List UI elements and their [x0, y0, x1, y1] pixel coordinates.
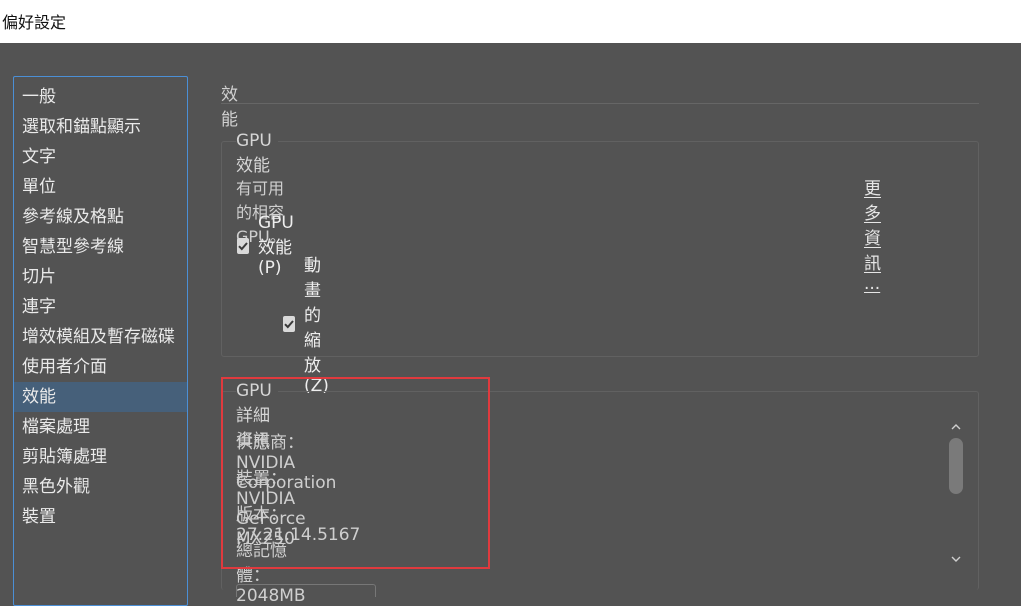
more-info-link[interactable]: 更多資訊 ... — [864, 174, 881, 294]
sidebar-item-plugins-scratch-disks[interactable]: 增效模組及暫存磁碟 — [14, 322, 187, 352]
title-bar: 偏好設定 — [0, 0, 1021, 43]
partial-button[interactable] — [236, 584, 376, 597]
sidebar-item-clipboard-handling[interactable]: 剪貼簿處理 — [14, 442, 187, 472]
sidebar-item-file-handling[interactable]: 檔案處理 — [14, 412, 187, 442]
sidebar-item-devices[interactable]: 裝置 — [14, 502, 187, 532]
sidebar-item-hyphenation[interactable]: 連字 — [14, 292, 187, 322]
scroll-up-button[interactable] — [947, 418, 965, 436]
sidebar-item-units[interactable]: 單位 — [14, 172, 187, 202]
title-divider — [221, 103, 979, 104]
scroll-down-button[interactable] — [947, 550, 965, 568]
animated-zoom-checkbox-row[interactable]: 動畫的縮放 (Z) — [283, 251, 333, 396]
sidebar-item-appearance-of-black[interactable]: 黑色外觀 — [14, 472, 187, 502]
animated-zoom-label: 動畫的縮放 (Z) — [304, 256, 329, 396]
highlight-box — [221, 377, 490, 569]
category-list[interactable]: 一般 選取和錨點顯示 文字 單位 參考線及格點 智慧型參考線 切片 連字 增效模… — [13, 76, 188, 606]
page-title: 效能 — [221, 85, 238, 130]
sidebar-item-smart-guides[interactable]: 智慧型參考線 — [14, 232, 187, 262]
details-scrollbar[interactable] — [947, 418, 965, 570]
sidebar-item-slices[interactable]: 切片 — [14, 262, 187, 292]
gpu-performance-legend: GPU 效能 — [236, 131, 278, 176]
sidebar-item-selection-anchor-display[interactable]: 選取和錨點顯示 — [14, 112, 187, 142]
sidebar-item-general[interactable]: 一般 — [14, 82, 187, 112]
chevron-down-icon — [951, 556, 961, 562]
chevron-up-icon — [951, 424, 961, 430]
sidebar-item-performance[interactable]: 效能 — [14, 382, 187, 412]
checkmark-icon — [238, 241, 248, 250]
window-title: 偏好設定 — [2, 13, 67, 32]
scroll-thumb[interactable] — [949, 438, 963, 494]
sidebar-item-type[interactable]: 文字 — [14, 142, 187, 172]
gpu-performance-checkbox[interactable] — [237, 237, 249, 254]
sidebar-item-guides-grid[interactable]: 參考線及格點 — [14, 202, 187, 232]
sidebar-item-user-interface[interactable]: 使用者介面 — [14, 352, 187, 382]
checkmark-icon — [284, 319, 294, 328]
animated-zoom-checkbox[interactable] — [283, 315, 295, 332]
